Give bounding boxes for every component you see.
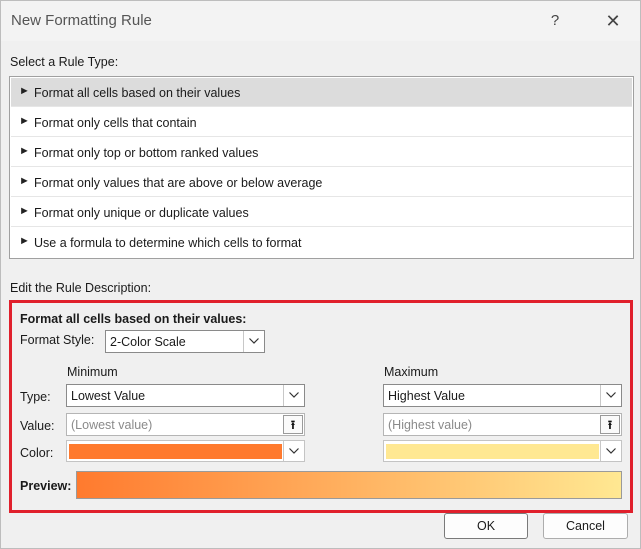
rule-description-label: Edit the Rule Description: [10,281,152,295]
rule-item-label: Format all cells based on their values [34,86,241,100]
chevron-down-icon[interactable] [600,385,621,406]
upload-arrow-icon[interactable]: ⭱ [283,415,303,434]
rule-item-label: Format only values that are above or bel… [34,176,323,190]
min-type-select[interactable]: Lowest Value [66,384,305,407]
rule-item-label: Use a formula to determine which cells t… [34,236,302,250]
max-type-value: Highest Value [388,389,465,403]
dialog-title: New Formatting Rule [11,12,152,29]
min-value-field[interactable]: (Lowest value) ⭱ [66,413,305,436]
bullet-arrow-icon: ► [19,145,30,157]
bullet-arrow-icon: ► [19,175,30,187]
rule-type-list[interactable]: ► Format all cells based on their values… [9,76,634,259]
rule-item-cells-contain[interactable]: ► Format only cells that contain [11,108,632,137]
bullet-arrow-icon: ► [19,205,30,217]
rule-item-label: Format only top or bottom ranked values [34,146,259,160]
color-label: Color: [20,446,54,460]
preview-label: Preview: [20,479,72,493]
max-value-placeholder: (Highest value) [388,418,473,432]
rule-item-top-bottom[interactable]: ► Format only top or bottom ranked value… [11,138,632,167]
min-color-swatch [69,444,282,459]
rule-item-all-cells[interactable]: ► Format all cells based on their values [11,78,632,107]
rule-item-label: Format only unique or duplicate values [34,206,249,220]
help-button[interactable]: ? [541,9,569,33]
format-style-value: 2-Color Scale [110,335,186,349]
chevron-down-icon[interactable] [600,441,621,461]
title-bar: New Formatting Rule ? ✕ [1,1,640,41]
min-value-placeholder: (Lowest value) [71,418,153,432]
bullet-arrow-icon: ► [19,235,30,247]
bullet-arrow-icon: ► [19,115,30,127]
minimum-header: Minimum [67,365,118,379]
format-style-label: Format Style: [20,333,95,347]
format-style-select[interactable]: 2-Color Scale [105,330,265,353]
max-value-field[interactable]: (Highest value) ⭱ [383,413,622,436]
cancel-button[interactable]: Cancel [543,513,628,539]
close-button[interactable]: ✕ [599,9,627,33]
description-heading: Format all cells based on their values: [20,312,247,326]
new-formatting-rule-dialog: New Formatting Rule ? ✕ Select a Rule Ty… [0,0,641,549]
rule-item-above-below-average[interactable]: ► Format only values that are above or b… [11,168,632,197]
chevron-down-icon[interactable] [283,441,304,461]
max-type-select[interactable]: Highest Value [383,384,622,407]
rule-item-formula[interactable]: ► Use a formula to determine which cells… [11,228,632,257]
value-label: Value: [20,419,55,433]
ok-button[interactable]: OK [444,513,528,539]
rule-type-label: Select a Rule Type: [10,55,119,69]
maximum-header: Maximum [384,365,439,379]
chevron-down-icon[interactable] [283,385,304,406]
bullet-arrow-icon: ► [19,85,30,97]
min-color-select[interactable] [66,440,305,462]
upload-arrow-icon[interactable]: ⭱ [600,415,620,434]
type-label: Type: [20,390,51,404]
max-color-swatch [386,444,599,459]
rule-item-unique-duplicate[interactable]: ► Format only unique or duplicate values [11,198,632,227]
max-color-select[interactable] [383,440,622,462]
rule-item-label: Format only cells that contain [34,116,197,130]
chevron-down-icon[interactable] [243,331,264,352]
min-type-value: Lowest Value [71,389,146,403]
preview-gradient [76,471,622,499]
